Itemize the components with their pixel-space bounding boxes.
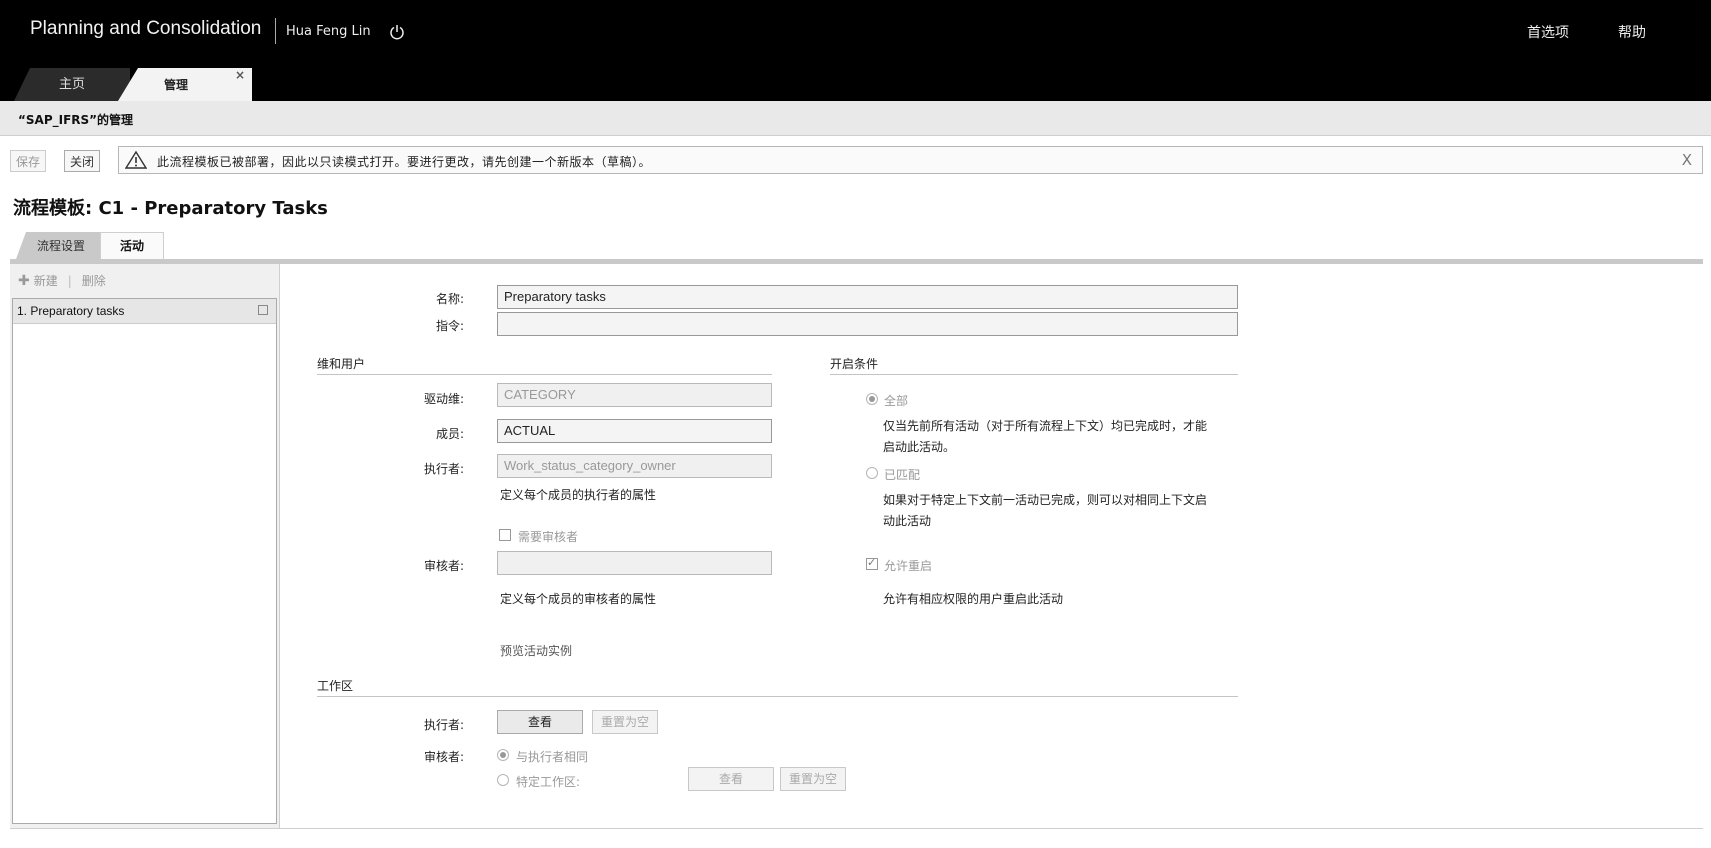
all-radio[interactable] [866,393,878,405]
close-icon[interactable]: × [235,68,245,92]
ws-reset-button[interactable]: 重置为空 [592,710,658,734]
name-field[interactable]: Preparatory tasks [497,285,1238,309]
instruction-field[interactable] [497,312,1238,336]
reviewer-label: 审核者: [423,559,464,573]
page-title: 流程模板: C1 - Preparatory Tasks [13,198,328,219]
preview-instances-link[interactable]: 预览活动实例 [500,642,572,659]
subheader: “SAP_IFRS”的管理 [0,101,1711,136]
matched-label: 已匹配 [884,468,921,482]
name-label: 名称: [435,292,464,306]
ws-reset-button-2[interactable]: 重置为空 [780,767,846,791]
require-reviewer-checkbox[interactable] [499,529,511,541]
dims-section-title: 维和用户 [317,357,366,371]
workspace-section-title: 工作区 [317,679,354,693]
performer-hint: 定义每个成员的执行者的属性 [500,488,657,502]
ws-performer-label: 执行者: [423,718,464,732]
same-as-performer-radio[interactable] [497,749,509,761]
matched-radio[interactable] [866,467,878,479]
detail-icon[interactable] [258,305,268,315]
tab-activities[interactable]: 活动 [100,232,164,259]
driver-field[interactable]: CATEGORY [497,383,772,407]
plus-icon: ✚ [18,273,30,289]
ws-view-button-2[interactable]: 查看 [688,767,774,791]
dismiss-icon[interactable]: X [1682,151,1692,169]
member-field[interactable]: ACTUAL [497,419,772,443]
matched-description: 如果对于特定上下文前一活动已完成，则可以对相同上下文启 [883,493,1208,507]
tab-process-settings[interactable]: 流程设置 [16,232,106,259]
save-button[interactable]: 保存 [10,150,47,172]
bottom-border [10,828,1703,829]
activity-list-panel: ✚ 新建 | 删除 1. Preparatory tasks [10,264,280,828]
all-label: 全部 [884,394,909,408]
user-name: Hua Feng Lin [286,24,371,39]
instruction-label: 指令: [435,319,464,333]
warning-icon [125,150,147,169]
delete-button[interactable]: 删除 [82,274,106,288]
activity-form: 名称: Preparatory tasks 指令: 维和用户 驱动维: CATE… [280,264,1703,828]
title-divider [275,18,276,44]
message-bar: 保存 关闭 此流程模板已被部署，因此以只读模式打开。要进行更改，请先创建一个新版… [10,146,1703,176]
same-as-performer-label: 与执行者相同 [516,750,589,764]
all-description-cont: 启动此活动。 [883,440,956,454]
subheader-title: “SAP_IFRS”的管理 [18,113,134,127]
member-label: 成员: [435,427,464,441]
reviewer-hint: 定义每个成员的审核者的属性 [500,592,657,606]
driver-label: 驱动维: [423,392,464,406]
message-text: 此流程模板已被部署，因此以只读模式打开。要进行更改，请先创建一个新版本（草稿）。 [157,155,652,169]
require-reviewer-label: 需要审核者 [518,530,579,544]
list-item-label: 1. Preparatory tasks [17,304,125,318]
tab-home[interactable]: 主页 [14,68,130,101]
ws-view-button[interactable]: 查看 [497,710,583,734]
allow-reopen-label: 允许重启 [884,559,933,573]
section-divider [317,374,772,375]
open-condition-title: 开启条件 [830,357,879,371]
list-item[interactable]: 1. Preparatory tasks [13,299,276,324]
matched-description-cont: 动此活动 [883,514,932,528]
app-title: Planning and Consolidation [30,18,262,39]
top-bar: Planning and Consolidation Hua Feng Lin … [0,0,1711,101]
all-description: 仅当先前所有活动（对于所有流程上下文）均已完成时，才能 [883,419,1208,433]
tab-management-label: 管理 [164,78,189,92]
preferences-link[interactable]: 首选项 [1527,22,1569,42]
activity-list: 1. Preparatory tasks [12,298,277,824]
allow-reopen-description: 允许有相应权限的用户重启此活动 [883,592,1064,606]
power-icon[interactable] [389,24,405,40]
specific-workspace-radio[interactable] [497,774,509,786]
readonly-message: 此流程模板已被部署，因此以只读模式打开。要进行更改，请先创建一个新版本（草稿）。… [118,146,1703,174]
section-divider [830,374,1238,375]
allow-reopen-checkbox[interactable] [866,556,878,570]
list-toolbar: ✚ 新建 | 删除 [18,272,106,289]
tab-management[interactable]: 管理 × [118,68,252,101]
performer-field[interactable]: Work_status_category_owner [497,454,772,478]
toolbar-separator: | [67,274,72,288]
performer-label: 执行者: [423,462,464,476]
reviewer-field[interactable] [497,551,772,575]
new-button[interactable]: 新建 [34,274,58,288]
specific-workspace-label: 特定工作区: [516,775,581,789]
help-link[interactable]: 帮助 [1618,22,1646,42]
close-button[interactable]: 关闭 [64,150,101,172]
section-divider [317,696,1238,697]
ws-reviewer-label: 审核者: [423,750,464,764]
